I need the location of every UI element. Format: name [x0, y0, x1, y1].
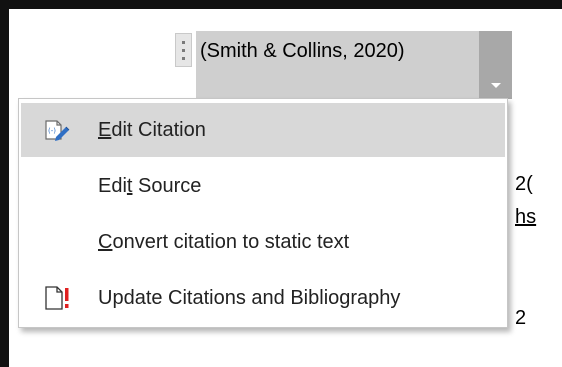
document-text-fragment: 2(: [515, 173, 533, 195]
menu-item-update-citations-and-bibliography[interactable]: Update Citations and Bibliography: [21, 271, 505, 325]
word-document-screen: 2( hs 2 (Smith & Collins, 2020) (-) Edit…: [0, 0, 562, 367]
menu-item-convert-citation-to-static-text[interactable]: Convert citation to static text: [21, 215, 505, 269]
citation-options-dropdown-button[interactable]: [479, 31, 512, 99]
menu-item-edit-citation[interactable]: (-) Edit Citation: [21, 103, 505, 157]
citation-control-shading: [196, 71, 479, 99]
citation-content-control[interactable]: (Smith & Collins, 2020): [196, 31, 479, 71]
svg-text:(-): (-): [48, 127, 56, 135]
chevron-down-icon: [491, 83, 501, 88]
grip-dot: [182, 48, 185, 52]
edit-citation-icon: (-): [43, 116, 71, 144]
update-document-icon: [43, 284, 71, 312]
menu-item-label: Update Citations and Bibliography: [98, 287, 401, 309]
window-frame-left: [0, 0, 9, 367]
document-text-fragment: 2: [515, 307, 527, 329]
menu-item-label: Convert citation to static text: [98, 231, 350, 253]
grip-dot: [182, 56, 185, 60]
menu-item-edit-source[interactable]: Edit Source: [21, 159, 505, 213]
menu-item-label: Edit Citation: [98, 119, 206, 141]
grip-dot: [182, 40, 185, 44]
citation-drag-handle[interactable]: [175, 33, 192, 67]
citation-context-menu: (-) Edit Citation Edit Source Convert ci…: [18, 98, 508, 328]
window-frame-top: [0, 0, 562, 9]
document-link-fragment: hs: [515, 206, 537, 228]
menu-item-label: Edit Source: [98, 175, 202, 197]
